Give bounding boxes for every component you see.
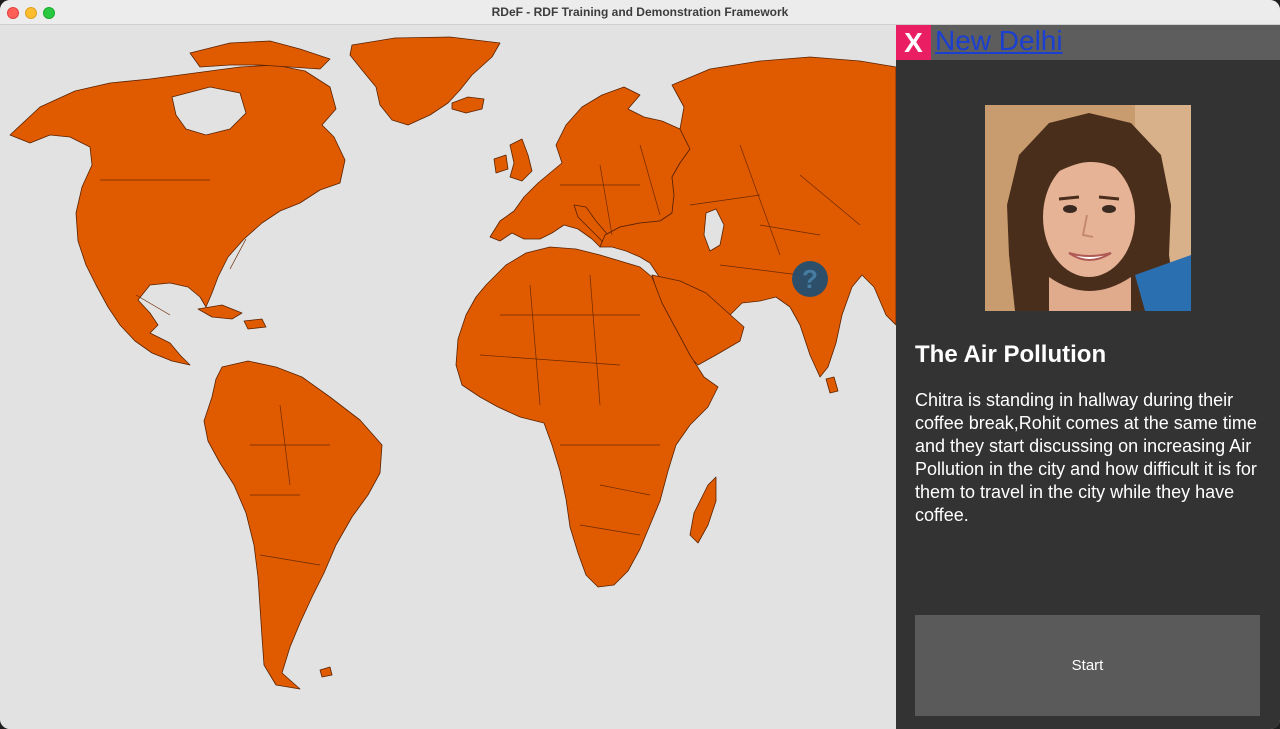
land-greenland <box>349 36 501 126</box>
scenario-title: The Air Pollution <box>915 341 1107 368</box>
land-ireland <box>493 154 509 174</box>
scenario-panel: X New Delhi The Air Pollution Chitra is … <box>896 25 1280 729</box>
land-sri-lanka <box>825 376 839 394</box>
land-falklands <box>319 666 333 678</box>
land-south-america <box>203 360 383 690</box>
land-great-britain <box>509 138 533 182</box>
start-button[interactable]: Start <box>915 615 1260 716</box>
world-map[interactable]: ? <box>0 25 896 729</box>
panel-header: X New Delhi <box>896 25 1280 60</box>
window-title: RDeF - RDF Training and Demonstration Fr… <box>491 5 789 19</box>
location-marker-new-delhi[interactable]: ? <box>792 261 828 297</box>
land-madagascar <box>689 476 717 544</box>
city-link[interactable]: New Delhi <box>935 25 1063 60</box>
close-panel-button[interactable]: X <box>896 25 931 60</box>
portrait-image <box>985 105 1191 311</box>
world-map-svg <box>9 36 896 690</box>
land-hispaniola <box>243 318 267 330</box>
land-arctic-islands <box>189 40 331 70</box>
title-bar: RDeF - RDF Training and Demonstration Fr… <box>0 0 1280 25</box>
app-window: RDeF - RDF Training and Demonstration Fr… <box>0 0 1280 729</box>
character-avatar <box>985 105 1191 311</box>
land-cuba <box>197 304 243 320</box>
land-iceland <box>451 96 485 114</box>
scenario-description: Chitra is standing in hallway during the… <box>915 390 1257 525</box>
